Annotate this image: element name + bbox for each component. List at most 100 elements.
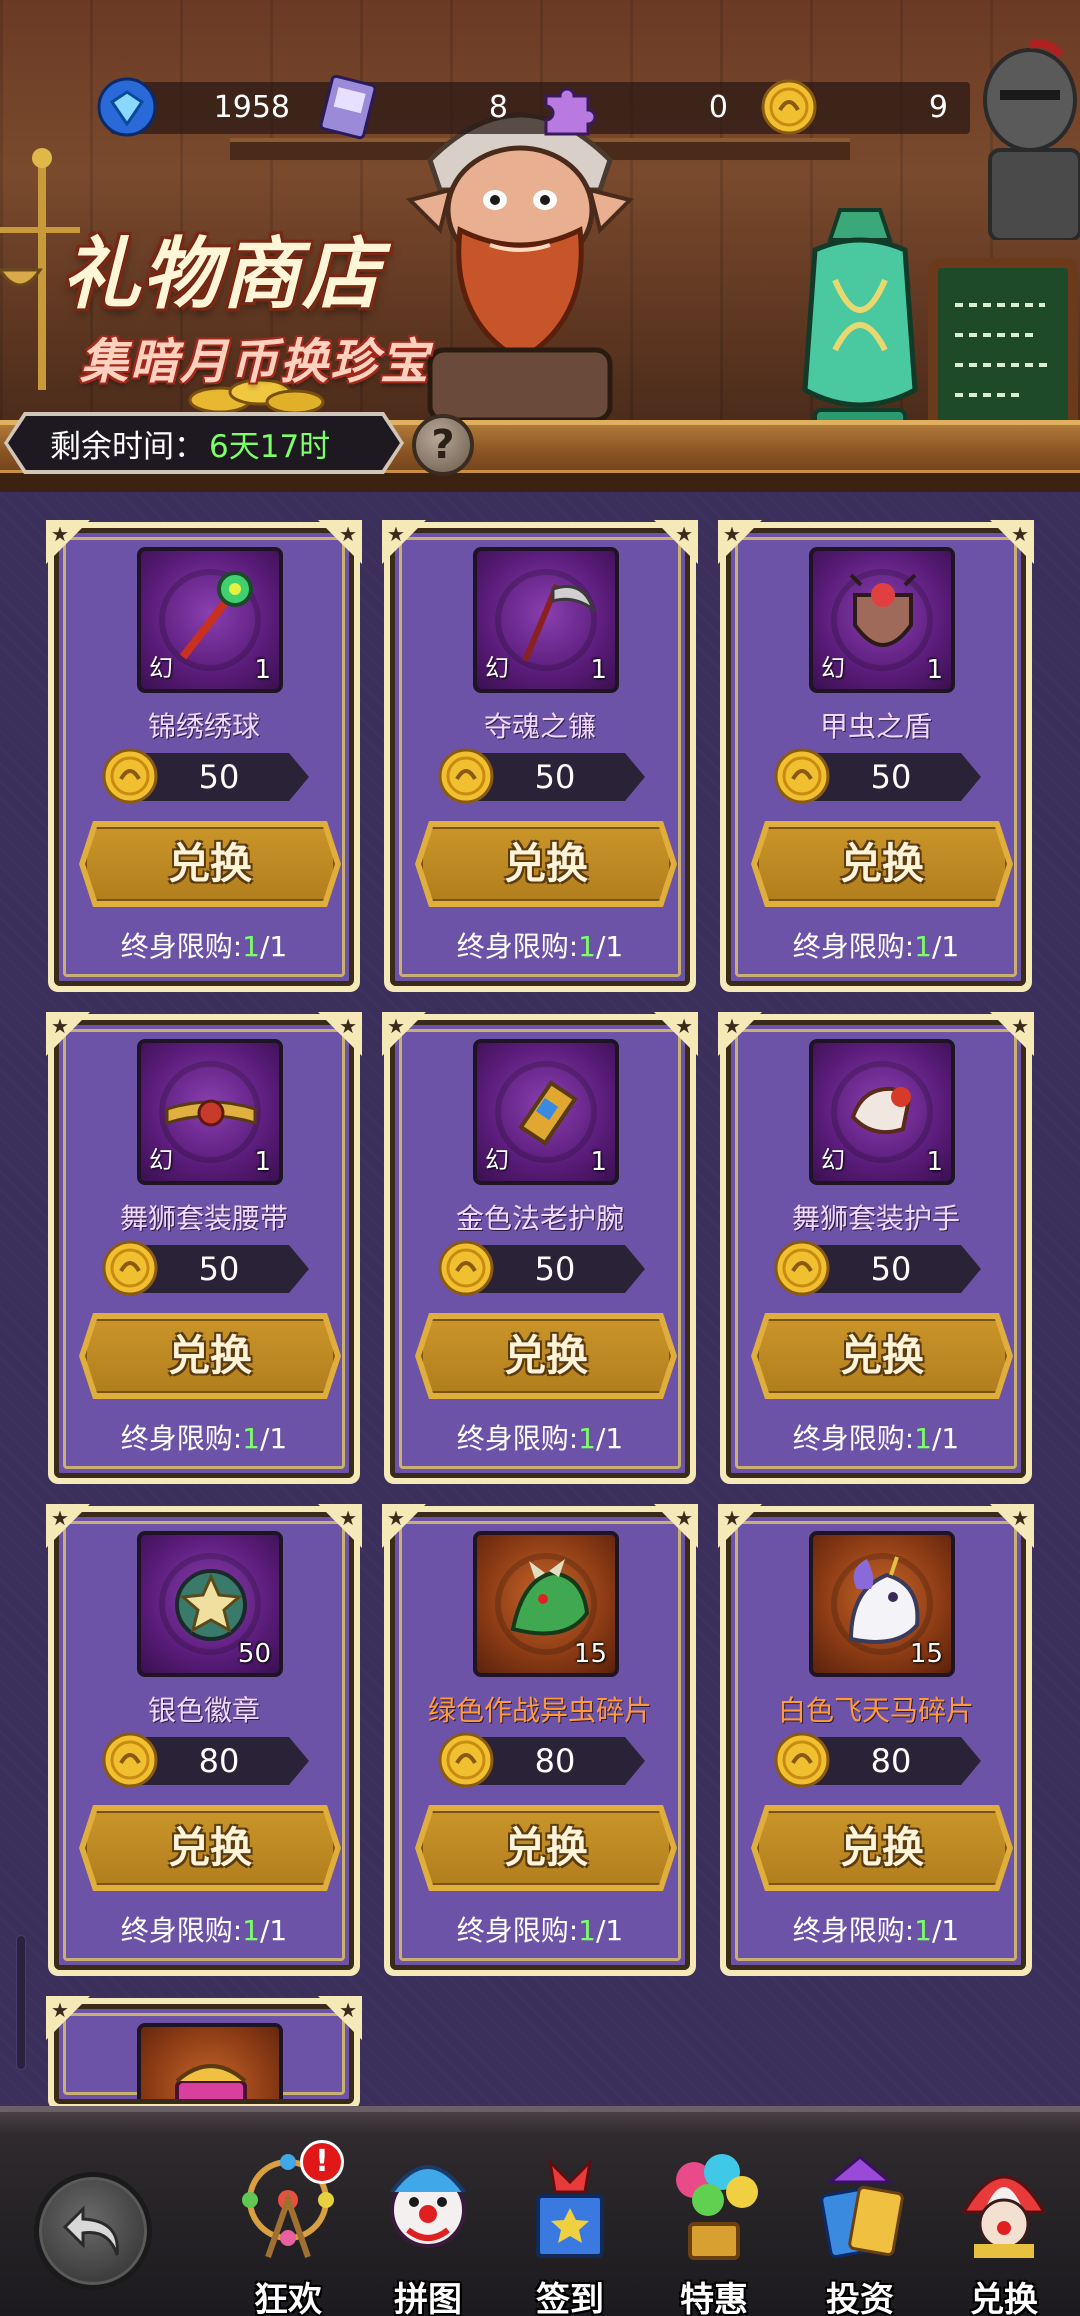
star-icon: ★	[51, 1014, 69, 1038]
green-beast-shard-icon	[510, 1559, 590, 1636]
help-button[interactable]: ?	[412, 414, 474, 476]
item-price: 50	[870, 1250, 912, 1288]
notification-badge: !	[300, 2140, 344, 2184]
star-icon: ★	[1011, 1506, 1029, 1530]
item-price: 80	[198, 1742, 240, 1780]
exchange-button[interactable]: 兑换	[85, 1319, 335, 1393]
scrollbar[interactable]	[16, 1935, 26, 2070]
item-frame[interactable]: 幻1	[473, 547, 619, 693]
limit-current: 1	[914, 1914, 932, 1947]
card-ticket-icon	[319, 74, 377, 140]
limit-current: 1	[578, 1422, 596, 1455]
item-price: 80	[870, 1742, 912, 1780]
item-name: 舞狮套装护手	[791, 1202, 960, 1235]
item-frame[interactable]: 幻1	[137, 547, 283, 693]
limit-current: 1	[242, 930, 260, 963]
limit-label: 终身限购:	[456, 1422, 579, 1455]
limit-current: 1	[242, 1422, 260, 1455]
timer-value: 6天17时	[209, 428, 331, 465]
nav-tab-puzzle[interactable]: 拼图	[358, 2152, 498, 2316]
item-frame[interactable]: 15	[473, 1531, 619, 1677]
limit-total: /1	[260, 930, 288, 963]
limit-label: 终身限购:	[792, 1422, 915, 1455]
limit-label: 终身限购:	[120, 930, 243, 963]
item-frame[interactable]: 15	[809, 1531, 955, 1677]
item-frame[interactable]: 幻1	[809, 1039, 955, 1185]
balloons-icon	[676, 2154, 758, 2260]
card-body: 15 绿色作战异虫碎片 80 兑换终身限购:1/1	[390, 1512, 690, 1970]
moon-coin-icon	[438, 1240, 494, 1296]
limit-current: 1	[578, 1914, 596, 1947]
item-frame[interactable]: 50	[137, 1531, 283, 1677]
item-quantity: 1	[254, 655, 271, 685]
exchange-button[interactable]: 兑换	[421, 1319, 671, 1393]
shop-item-card: 幻 1 舞狮套装护手 50 兑换 终身限购:1/1 ★ ★	[718, 1012, 1034, 1484]
item-quantity: 15	[909, 1639, 943, 1669]
card-body: 幻 1 甲虫之盾 50 兑换 终身限购:1/1	[726, 528, 1026, 986]
item-quantity: 1	[590, 655, 607, 685]
item-frame[interactable]: 幻1	[809, 547, 955, 693]
belt-icon	[165, 1099, 257, 1127]
nav-tab-deals[interactable]: 特惠	[644, 2152, 784, 2316]
item-name: 绿色作战异虫碎片	[427, 1694, 652, 1727]
card-body: 50 银色徽章 80 兑换 终身限购:1/1	[54, 1512, 354, 1970]
shop-item-card: 幻 1 舞狮套装腰带 50 兑换 终身限购:1/1 ★ ★	[46, 1012, 362, 1484]
ticket-count: 8	[488, 90, 508, 125]
shop-grid[interactable]: 幻 1 锦绣绣球 50 兑换 终身限购:1/1 ★ ★ 幻 1 夺魂之镰 50 兑换 终身限购:1/1 ★ ★…	[0, 492, 1080, 2110]
card-body: 幻 1 夺魂之镰 50 兑换 终身限购:1/1	[390, 528, 690, 986]
star-icon: ★	[723, 522, 741, 546]
purchase-limit: 终身限购:1/1	[731, 1909, 1021, 1949]
card-body: 幻 1 锦绣绣球 50 兑换 终身限购:1/1	[54, 528, 354, 986]
item-frame[interactable]	[137, 2023, 283, 2099]
nav-tab-invest[interactable]: 投资	[790, 2152, 930, 2316]
star-icon: ★	[51, 1998, 69, 2022]
item-quantity: 1	[926, 1147, 943, 1177]
shop-item-card: 50 银色徽章 80 兑换 终身限购:1/1 ★ ★	[46, 1504, 362, 1976]
purchase-limit: 终身限购:1/1	[59, 1417, 349, 1457]
item-price: 80	[534, 1742, 576, 1780]
limit-total: /1	[932, 1422, 960, 1455]
lantern-icon	[802, 208, 918, 442]
moon-coin-icon	[102, 1732, 158, 1788]
exchange-button[interactable]: 兑换	[421, 1811, 671, 1885]
exchange-button[interactable]: 兑换	[421, 827, 671, 901]
phantom-tag: 幻	[821, 654, 845, 682]
exchange-button[interactable]: 兑换	[85, 1811, 335, 1885]
purchase-limit: 终身限购:1/1	[395, 1909, 685, 1949]
shop-item-card: 15 白色飞天马碎片 80 兑换 终身限购:1/1 ★ ★	[718, 1504, 1034, 1976]
exchange-button[interactable]: 兑换	[85, 827, 335, 901]
jester-cards-icon	[820, 2155, 904, 2259]
moon-coin-icon	[774, 748, 830, 804]
nav-tab-exchange[interactable]: 兑换	[934, 2152, 1074, 2316]
item-name: 金色法老护腕	[455, 1202, 624, 1235]
item-frame[interactable]: 幻1	[137, 1039, 283, 1185]
star-icon: ★	[675, 1014, 693, 1038]
shop-banner: 1958 8 0 9 礼物商店 集暗月币换珍宝 剩余时间： 6天17时 ?	[0, 0, 1080, 492]
jack-in-box-icon	[536, 2157, 604, 2258]
limit-current: 1	[914, 1422, 932, 1455]
star-icon: ★	[1011, 1014, 1029, 1038]
shop-item-card-partial: ★ ★	[46, 1996, 362, 2110]
item-frame[interactable]: 幻1	[473, 1039, 619, 1185]
moon-coin-icon	[774, 1732, 830, 1788]
nav-label: 投资	[826, 2280, 894, 2316]
nav-tab-checkin[interactable]: 签到	[500, 2152, 640, 2316]
exchange-button[interactable]: 兑换	[757, 1319, 1007, 1393]
exchange-button[interactable]: 兑换	[757, 1811, 1007, 1885]
phantom-tag: 幻	[149, 1146, 173, 1174]
shop-item-card: 幻 1 金色法老护腕 50 兑换 终身限购:1/1 ★ ★	[382, 1012, 698, 1484]
item-name: 夺魂之镰	[483, 710, 596, 743]
moon-coin-icon	[438, 1732, 494, 1788]
gauntlet-icon	[850, 1086, 912, 1134]
back-button[interactable]	[34, 2172, 152, 2290]
limit-label: 终身限购:	[120, 1914, 243, 1947]
limit-label: 终身限购:	[792, 1914, 915, 1947]
treasure-chest-icon	[175, 2064, 247, 2099]
nav-label: 特惠	[680, 2280, 748, 2316]
gift-shop-screen: 1958 8 0 9 礼物商店 集暗月币换珍宝 剩余时间： 6天17时 ? 幻1…	[0, 0, 1080, 2316]
puzzle-count: 0	[708, 90, 728, 125]
limit-total: /1	[596, 1422, 624, 1455]
white-pegasus-shard-icon	[848, 1556, 920, 1644]
exchange-button[interactable]: 兑换	[757, 827, 1007, 901]
item-quantity: 1	[254, 1147, 271, 1177]
